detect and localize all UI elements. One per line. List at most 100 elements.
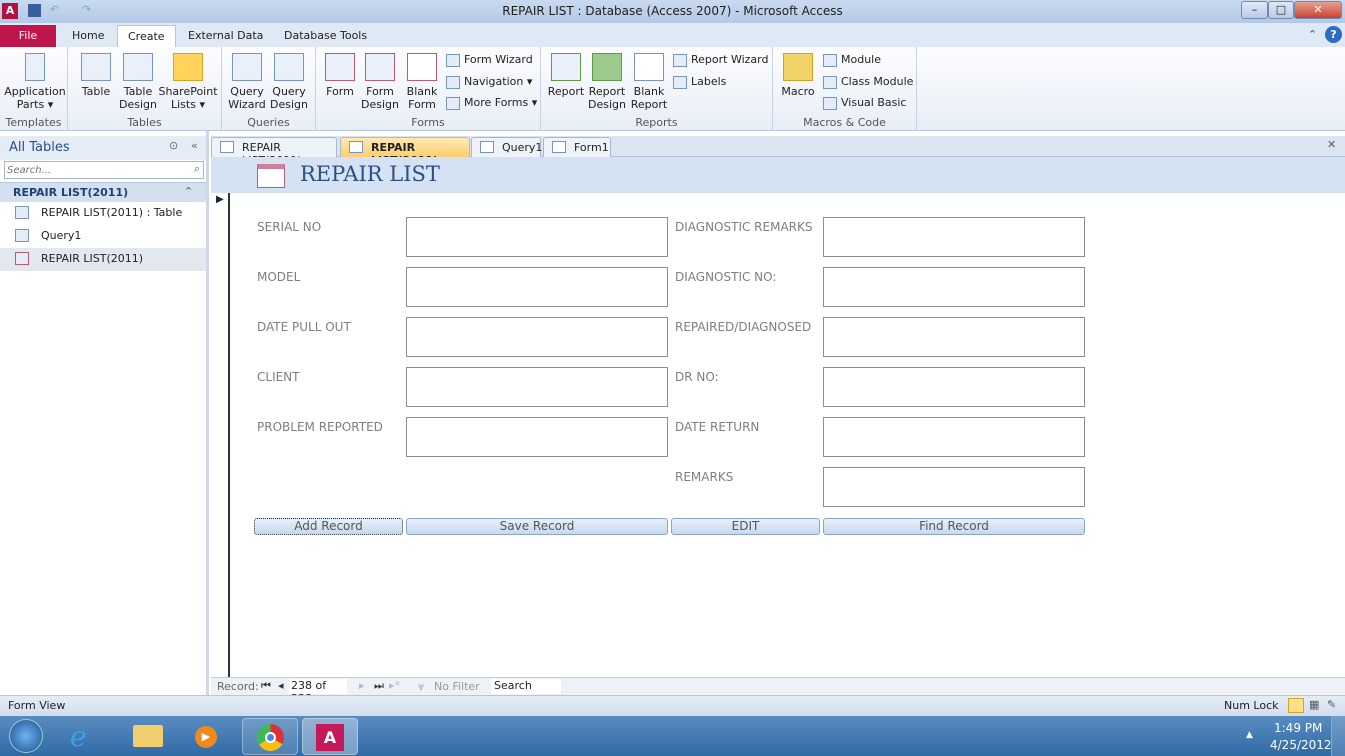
group-label: Tables bbox=[127, 116, 162, 129]
close-document-icon[interactable]: ✕ bbox=[1327, 138, 1336, 151]
navigation-button[interactable]: Navigation ▾ bbox=[446, 75, 532, 89]
tab-external-data[interactable]: External Data bbox=[178, 25, 273, 47]
access-taskbar-button[interactable]: A bbox=[302, 718, 358, 755]
form-icon bbox=[552, 141, 566, 153]
more-forms-button[interactable]: More Forms ▾ bbox=[446, 96, 537, 110]
form-button[interactable]: Form bbox=[320, 53, 360, 98]
nav-group-header[interactable]: REPAIR LIST(2011) ⌃ bbox=[0, 182, 206, 202]
show-hidden-icons[interactable]: ▲ bbox=[1246, 730, 1253, 740]
visual-basic-button[interactable]: Visual Basic bbox=[823, 96, 906, 110]
maximize-button[interactable]: □ bbox=[1268, 1, 1294, 19]
last-record-icon[interactable]: ⏭ bbox=[374, 679, 384, 693]
current-record-input[interactable]: 238 of 238 bbox=[289, 679, 347, 705]
labels-button[interactable]: Labels bbox=[673, 75, 726, 89]
client-field[interactable] bbox=[406, 367, 668, 407]
clock-time[interactable]: 1:49 PM bbox=[1274, 721, 1322, 735]
problem-reported-field[interactable] bbox=[406, 417, 668, 457]
internet-explorer-icon[interactable]: e bbox=[70, 720, 87, 753]
class-module-button[interactable]: Class Module bbox=[823, 75, 913, 89]
add-record-button[interactable]: Add Record bbox=[254, 518, 403, 535]
table-button[interactable]: Table bbox=[76, 53, 116, 98]
label-client: CLIENT bbox=[257, 370, 300, 384]
form-design-button[interactable]: Form Design bbox=[360, 53, 400, 111]
application-parts-icon bbox=[25, 53, 45, 81]
query-wizard-button[interactable]: Query Wizard bbox=[227, 53, 267, 111]
nav-header[interactable]: All Tables ⊙ « bbox=[0, 136, 206, 160]
doc-tab-table[interactable]: REPAIR LIST(2011) bbox=[211, 137, 337, 167]
diagnostic-no-field[interactable] bbox=[823, 267, 1085, 307]
search-icon[interactable]: ⌕ bbox=[194, 162, 200, 176]
report-icon bbox=[551, 53, 581, 81]
clock-date[interactable]: 4/25/2012 bbox=[1270, 738, 1332, 752]
first-record-icon[interactable]: ⏮ bbox=[261, 679, 271, 693]
dr-no-field[interactable] bbox=[823, 367, 1085, 407]
date-pull-out-field[interactable] bbox=[406, 317, 668, 357]
design-view-icon[interactable]: ✎ bbox=[1327, 698, 1336, 711]
label-problem-reported: PROBLEM REPORTED bbox=[257, 420, 383, 434]
minimize-ribbon-icon[interactable]: ⌃ bbox=[1308, 28, 1317, 41]
macro-button[interactable]: Macro bbox=[779, 53, 817, 98]
report-wizard-icon bbox=[673, 53, 687, 67]
nav-group-title: REPAIR LIST(2011) bbox=[13, 186, 129, 199]
nav-menu-icon[interactable]: ⊙ bbox=[169, 139, 178, 152]
close-button[interactable]: ✕ bbox=[1294, 1, 1342, 19]
help-icon[interactable]: ? bbox=[1325, 26, 1342, 43]
tab-database-tools[interactable]: Database Tools bbox=[274, 25, 377, 47]
label-diagnostic-no: DIAGNOSTIC NO: bbox=[675, 270, 777, 284]
nav-item-query[interactable]: Query1 bbox=[0, 225, 206, 248]
layout-view-icon[interactable]: ▦ bbox=[1309, 698, 1319, 711]
tab-home[interactable]: Home bbox=[62, 25, 114, 47]
current-record-icon: ▶ bbox=[216, 194, 224, 205]
query-wizard-icon bbox=[232, 53, 262, 81]
nav-item-table[interactable]: REPAIR LIST(2011) : Table bbox=[0, 202, 206, 225]
date-return-field[interactable] bbox=[823, 417, 1085, 457]
report-design-button[interactable]: Report Design bbox=[587, 53, 627, 111]
previous-record-icon[interactable]: ◂ bbox=[278, 679, 284, 692]
record-selector[interactable]: ▶ bbox=[211, 193, 230, 677]
diagnostic-remarks-field[interactable] bbox=[823, 217, 1085, 257]
chrome-taskbar-button[interactable] bbox=[242, 718, 298, 755]
collapse-pane-icon[interactable]: « bbox=[191, 139, 198, 152]
start-button[interactable] bbox=[9, 719, 43, 753]
tab-create[interactable]: Create bbox=[117, 25, 176, 47]
sharepoint-lists-button[interactable]: SharePoint Lists ▾ bbox=[158, 53, 218, 111]
filter-icon: ⩔ bbox=[418, 680, 425, 693]
minimize-button[interactable]: – bbox=[1241, 1, 1268, 19]
serial-no-field[interactable] bbox=[406, 217, 668, 257]
nav-search-input[interactable] bbox=[5, 162, 185, 178]
edit-button[interactable]: EDIT bbox=[671, 518, 820, 535]
module-button[interactable]: Module bbox=[823, 53, 881, 67]
find-record-button[interactable]: Find Record bbox=[823, 518, 1085, 535]
save-record-button[interactable]: Save Record bbox=[406, 518, 668, 535]
new-record-icon[interactable]: ▸* bbox=[389, 679, 400, 692]
query-design-button[interactable]: Query Design bbox=[268, 53, 310, 111]
model-field[interactable] bbox=[406, 267, 668, 307]
report-button[interactable]: Report bbox=[547, 53, 585, 98]
report-wizard-button[interactable]: Report Wizard bbox=[673, 53, 768, 67]
record-search-input[interactable]: Search bbox=[491, 679, 561, 694]
no-filter-button[interactable]: No Filter bbox=[434, 680, 480, 693]
collapse-group-icon[interactable]: ⌃ bbox=[184, 185, 193, 198]
file-explorer-icon[interactable] bbox=[133, 725, 163, 747]
form-view-icon[interactable] bbox=[1288, 698, 1304, 713]
doc-tab-form-active[interactable]: REPAIR LIST(2011) bbox=[340, 137, 470, 167]
form-wizard-button[interactable]: Form Wizard bbox=[446, 53, 533, 67]
group-label: Reports bbox=[635, 116, 678, 129]
blank-form-icon bbox=[407, 53, 437, 81]
blank-form-button[interactable]: Blank Form bbox=[402, 53, 442, 111]
application-parts-button[interactable]: Application Parts ▾ bbox=[4, 53, 66, 111]
doc-tab-form1[interactable]: Form1 bbox=[543, 137, 611, 157]
doc-tab-query1[interactable]: Query1 bbox=[471, 137, 542, 157]
tab-file[interactable]: File bbox=[0, 25, 56, 47]
taskbar: e ▶ A ▲ 1:49 PM 4/25/2012 bbox=[0, 716, 1345, 756]
media-player-icon[interactable]: ▶ bbox=[195, 726, 217, 748]
table-design-button[interactable]: Table Design bbox=[118, 53, 158, 111]
repaired-diagnosed-field[interactable] bbox=[823, 317, 1085, 357]
nav-search-box[interactable]: ⌕ bbox=[4, 161, 204, 179]
remarks-field[interactable] bbox=[823, 467, 1085, 507]
next-record-icon[interactable]: ▸ bbox=[359, 679, 365, 692]
show-desktop-button[interactable] bbox=[1331, 716, 1345, 756]
nav-item-form[interactable]: REPAIR LIST(2011) bbox=[0, 248, 206, 271]
blank-report-button[interactable]: Blank Report bbox=[629, 53, 669, 111]
group-forms: Form Form Design Blank Form Form Wizard … bbox=[316, 47, 541, 131]
